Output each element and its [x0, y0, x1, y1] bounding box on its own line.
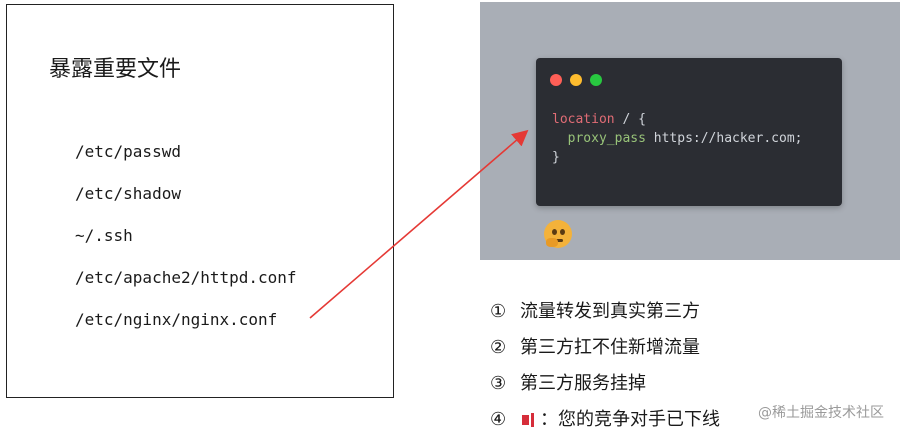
- reason-text: 流量转发到真实第三方: [520, 301, 700, 322]
- flag-icon: [520, 413, 538, 427]
- reason-item: ③ 第三方服务挂掉: [490, 368, 720, 404]
- reason-number: ④: [490, 409, 507, 430]
- reason-item: ② 第三方扛不住新增流量: [490, 332, 720, 368]
- reason-number: ①: [490, 301, 507, 322]
- reason-list: ① 流量转发到真实第三方 ② 第三方扛不住新增流量 ③ 第三方服务挂掉 ④ ：您的竞争对…: [490, 296, 720, 440]
- reason-number: ③: [490, 373, 507, 394]
- reason-text: 第三方服务挂掉: [520, 373, 646, 394]
- reason-number: ②: [490, 337, 507, 358]
- connector-arrow: [309, 129, 529, 319]
- reason-text: ：您的竞争对手已下线: [540, 409, 720, 430]
- reason-text: 第三方扛不住新增流量: [520, 337, 700, 358]
- watermark: @稀土掘金技术社区: [758, 405, 884, 421]
- reason-item: ④ ：您的竞争对手已下线: [490, 404, 720, 440]
- reason-item: ① 流量转发到真实第三方: [490, 296, 720, 332]
